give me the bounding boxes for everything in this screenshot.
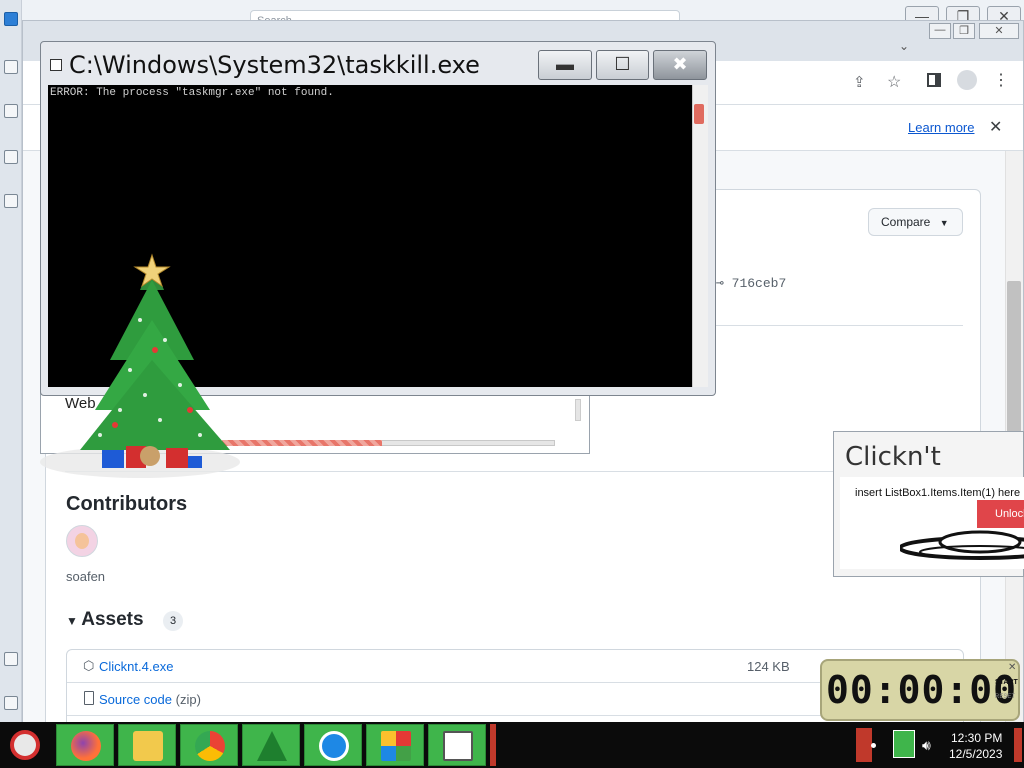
taskbar-app-office[interactable] (366, 724, 424, 766)
profile-avatar-icon[interactable] (957, 70, 977, 90)
clicknt-title: Clickn't (845, 442, 941, 472)
assets-heading-text: Assets (81, 609, 144, 630)
caret-down-icon: ▼ (939, 218, 949, 228)
clicknt-text: insert ListBox1.Items.Item(1) here (855, 487, 1021, 499)
desktop-shortcut-icon[interactable] (4, 696, 18, 710)
santa-start-icon (10, 730, 40, 760)
desktop-shortcut-icon[interactable] (4, 60, 18, 74)
scrollbar-thumb[interactable] (694, 104, 704, 124)
close-icon[interactable]: ✕ (989, 117, 1002, 137)
desktop-icon-strip (0, 0, 22, 722)
asset-link-suffix: (zip) (175, 692, 201, 707)
tray-dot-icon (871, 743, 876, 748)
asset-link[interactable]: Source code (zip) (99, 692, 201, 707)
console-title: C:\Windows\System32\taskkill.exe (69, 51, 480, 79)
scrollbar[interactable] (575, 399, 581, 421)
xmas-tree-icon (257, 731, 287, 761)
scrollbar-thumb[interactable] (1007, 281, 1021, 451)
explorer-icon (133, 731, 163, 761)
compare-label: Compare (881, 215, 931, 229)
tray-indicator[interactable] (856, 728, 872, 762)
contributors-heading: Contributors (66, 493, 188, 515)
chevron-down-icon[interactable]: ⌄ (899, 39, 909, 53)
side-panel-icon[interactable] (927, 73, 941, 87)
commit-icon: ⊸ (716, 276, 732, 291)
office-icon (381, 731, 411, 761)
taskbar-app-messenger[interactable] (304, 724, 362, 766)
desktop-shortcut-icon[interactable] (4, 652, 18, 666)
taskbar-app-xmas-tree[interactable] (242, 724, 300, 766)
assets-count-badge: 3 (163, 611, 183, 631)
avatar-face (75, 533, 89, 549)
timer-start-button[interactable]: START (995, 679, 1018, 686)
clock-time[interactable]: 12:30 PM (951, 731, 1002, 745)
minimize-button[interactable]: — (929, 23, 951, 39)
clock-date[interactable]: 12/5/2023 (949, 747, 1002, 761)
maximize-button[interactable]: ☐ (596, 50, 649, 80)
scrollbar[interactable] (692, 85, 708, 387)
asset-link-text: Source code (99, 692, 172, 707)
contributor-name[interactable]: soafen (66, 569, 105, 584)
close-icon[interactable]: ✕ (1008, 662, 1016, 673)
desktop-shortcut-icon[interactable] (4, 194, 18, 208)
mail-icon[interactable] (4, 12, 18, 26)
console-window-icon (50, 59, 62, 71)
more-menu-icon[interactable]: ⋮ (993, 70, 1009, 90)
desktop-shortcut-icon[interactable] (4, 150, 18, 164)
taskbar-app-explorer[interactable] (118, 724, 176, 766)
minimize-button[interactable]: ▬ (538, 50, 592, 80)
close-button[interactable]: ✖ (653, 50, 707, 80)
timer-reset-button[interactable]: RESET (995, 694, 1015, 700)
commit-hash-text: 716ceb7 (731, 276, 787, 291)
network-icon[interactable] (893, 730, 915, 758)
learn-more-link[interactable]: Learn more (908, 120, 974, 135)
share-icon[interactable]: ⇪ (853, 73, 866, 91)
asset-link[interactable]: Clicknt.4.exe (99, 659, 173, 674)
compare-button[interactable]: Compare ▼ (868, 208, 963, 236)
package-icon: ⬡ (83, 658, 95, 673)
desktop-shortcut-icon[interactable] (4, 104, 18, 118)
caret-down-icon: ▼ (66, 614, 82, 628)
christmas-tree-icon (40, 253, 240, 478)
close-icon: ✖ (672, 54, 688, 74)
messenger-icon (319, 731, 349, 761)
taskbar-separator (490, 724, 496, 766)
close-button[interactable]: ✕ (979, 23, 1019, 39)
assets-heading[interactable]: ▼ Assets (66, 609, 144, 631)
unlock-button[interactable]: Unlock (977, 500, 1024, 528)
bookmark-star-icon[interactable]: ☆ (887, 72, 901, 92)
spinning-ufo-icon (900, 530, 1024, 560)
console-output-text: ERROR: The process "taskmgr.exe" not fou… (50, 87, 334, 99)
volume-icon[interactable]: 🔊︎ (922, 737, 931, 754)
maximize-button[interactable]: ❐ (953, 23, 975, 39)
close-icon: ✕ (994, 25, 1004, 37)
start-button[interactable] (0, 724, 52, 768)
chrome-icon (195, 731, 225, 761)
commit-hash[interactable]: ⊸ 716ceb7 (716, 276, 786, 291)
taskbar-app-firefox[interactable] (56, 724, 114, 766)
taskbar-app-window[interactable] (428, 724, 486, 766)
timer-digits: 00:00:00 (826, 668, 1018, 712)
window-icon (443, 731, 473, 761)
show-desktop-button[interactable] (1014, 728, 1022, 762)
taskbar-app-chrome[interactable] (180, 724, 238, 766)
zip-icon (84, 691, 94, 705)
firefox-icon (71, 731, 101, 761)
asset-size: 124 KB (747, 659, 790, 674)
